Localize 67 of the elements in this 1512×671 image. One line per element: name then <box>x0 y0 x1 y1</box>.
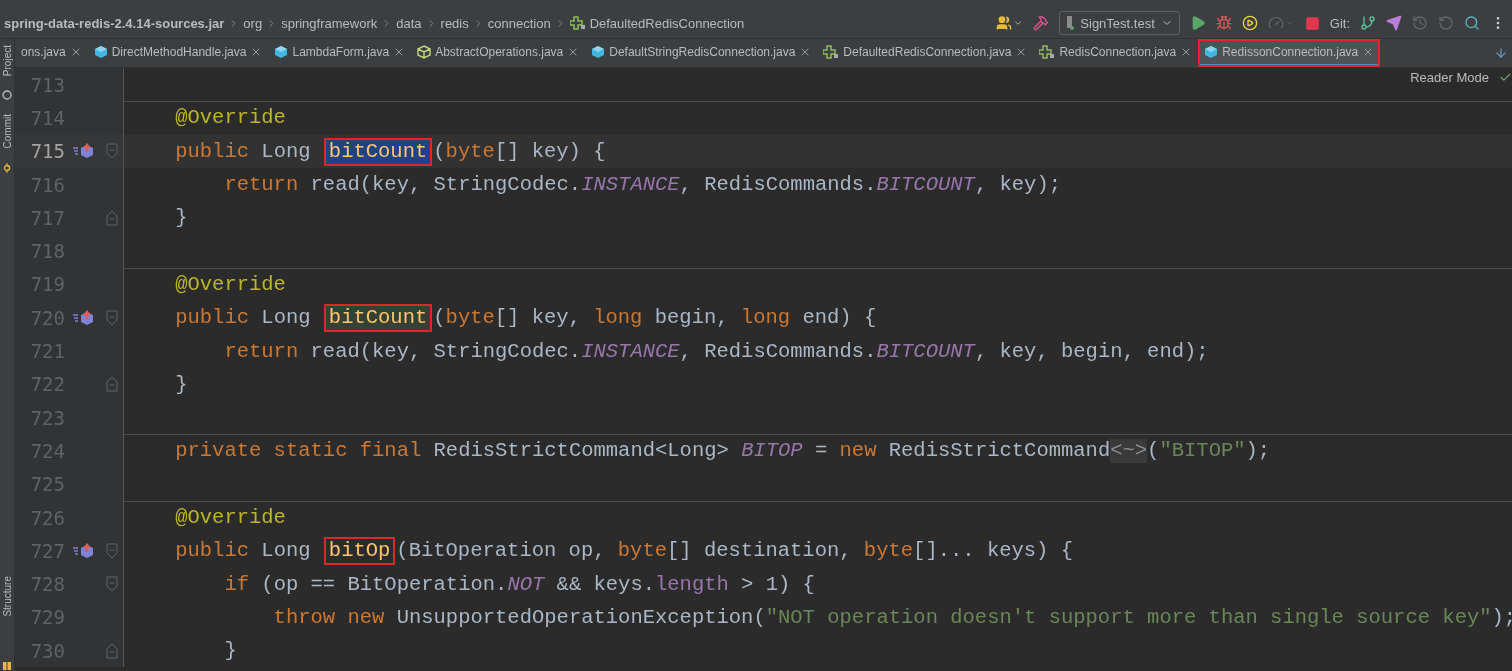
implementation-marker-icon[interactable] <box>73 308 95 327</box>
fold-marker-icon[interactable] <box>106 542 118 559</box>
cube-icon <box>274 44 289 59</box>
code-line: @Override <box>174 505 286 531</box>
structure-icon <box>2 661 12 671</box>
git-label: Git: <box>1329 15 1350 31</box>
interface-icon <box>569 16 586 30</box>
breadcrumb-item[interactable]: redis <box>440 15 469 31</box>
breadcrumb-item[interactable]: connection <box>487 15 551 31</box>
code-line: } <box>174 205 188 232</box>
stop-icon[interactable] <box>1304 15 1320 31</box>
code-line: public Long bitCount (byte[] key) { <box>174 138 606 166</box>
breadcrumb-item[interactable]: DefaultedRedisConnection <box>589 15 745 31</box>
breadcrumb-item[interactable]: spring-data-redis-2.4.14-sources.jar <box>4 15 225 31</box>
breadcrumb-item[interactable]: org <box>243 15 263 31</box>
coverage-icon[interactable] <box>1241 15 1258 31</box>
cube-icon <box>1204 44 1219 59</box>
fold-marker-icon[interactable] <box>106 576 118 593</box>
tool-window-button[interactable]: Project <box>1 45 13 77</box>
code-line: return read(key, StringCodec.INSTANCE, RedisCommands.BITCOUNT, key, begin, end); <box>223 338 1209 365</box>
code-line: } <box>174 371 188 398</box>
arrow-down-icon[interactable] <box>1494 46 1508 60</box>
editor-tab[interactable]: RedisConnection.java <box>1033 39 1199 67</box>
hammer-icon[interactable] <box>1033 15 1050 31</box>
code-line: public Long bitCount (byte[] key, long begin, long end) { <box>174 305 877 333</box>
reader-mode-button[interactable]: Reader Mode <box>1410 70 1489 85</box>
code-line: @Override <box>174 105 286 132</box>
fold-marker-icon[interactable] <box>106 376 118 393</box>
push-icon[interactable] <box>1386 15 1402 31</box>
code-line: public Long bitOp (BitOperation op, byte[] destination, byte[]... keys) { <box>174 538 1073 566</box>
editor-tab[interactable]: DefaultStringRedisConnection.java <box>585 39 818 67</box>
fold-marker-icon[interactable] <box>106 309 118 326</box>
test-config-icon <box>1066 16 1075 30</box>
code-line: throw new UnsupportedOperationException("NOT operation doesn't support more than single source key"); <box>272 604 1512 631</box>
branch-icon[interactable] <box>1360 15 1376 31</box>
cube-icon <box>93 44 108 59</box>
tool-window-button[interactable]: Commit <box>1 114 13 149</box>
code-line: @Override <box>174 271 286 298</box>
search-icon[interactable] <box>1464 15 1480 31</box>
implementation-marker-icon[interactable] <box>73 142 95 161</box>
line-number: 715 <box>29 140 65 163</box>
breadcrumb-item[interactable]: data <box>396 15 422 31</box>
editor-tab[interactable]: RedissonConnection.java <box>1198 39 1381 67</box>
code-line: private static final RedisStrictCommand<Long> BITOP = new RedisStrictCommand<~>("BITOP"); <box>174 438 1271 466</box>
cube-icon <box>591 44 606 59</box>
interface-icon <box>823 44 840 59</box>
cube-outline-icon <box>417 44 432 59</box>
code-line: } <box>223 638 237 665</box>
code-line: return read(key, StringCodec.INSTANCE, RedisCommands.BITCOUNT, key); <box>223 172 1061 199</box>
commit-icon <box>2 162 12 173</box>
implementation-marker-icon[interactable] <box>73 541 95 560</box>
interface-icon <box>1039 44 1056 59</box>
code-line: if (op == BitOperation.NOT && keys.length > 1) { <box>223 571 815 598</box>
tool-window-button[interactable]: Structure <box>1 576 13 617</box>
fold-marker-icon[interactable] <box>106 143 118 160</box>
bug-icon[interactable] <box>1215 15 1232 31</box>
fold-marker-icon[interactable] <box>106 642 118 659</box>
editor-tab[interactable]: DirectMethodHandle.java <box>87 39 269 67</box>
breadcrumb-item[interactable]: springframework <box>281 15 378 31</box>
editor-tab[interactable]: LambdaForm.java <box>268 39 412 67</box>
users-icon[interactable] <box>996 15 1024 31</box>
fold-marker-icon[interactable] <box>106 209 118 226</box>
run-configuration-dropdown[interactable]: SignTest.test <box>1059 11 1180 35</box>
check-icon <box>1499 71 1512 84</box>
editor-tab[interactable]: DefaultedRedisConnection.java <box>817 39 1034 67</box>
editor-tab[interactable]: AbstractOperations.java <box>411 39 586 67</box>
editor-tab[interactable]: ons.java <box>15 39 88 67</box>
